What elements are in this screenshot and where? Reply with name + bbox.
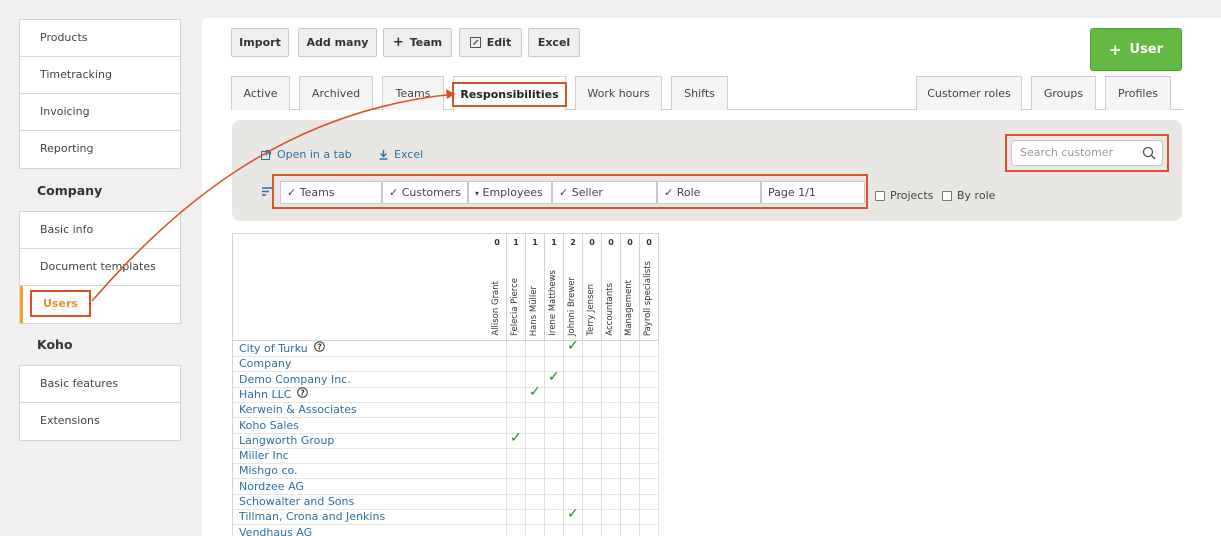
annotation-arrow: [91, 89, 456, 302]
